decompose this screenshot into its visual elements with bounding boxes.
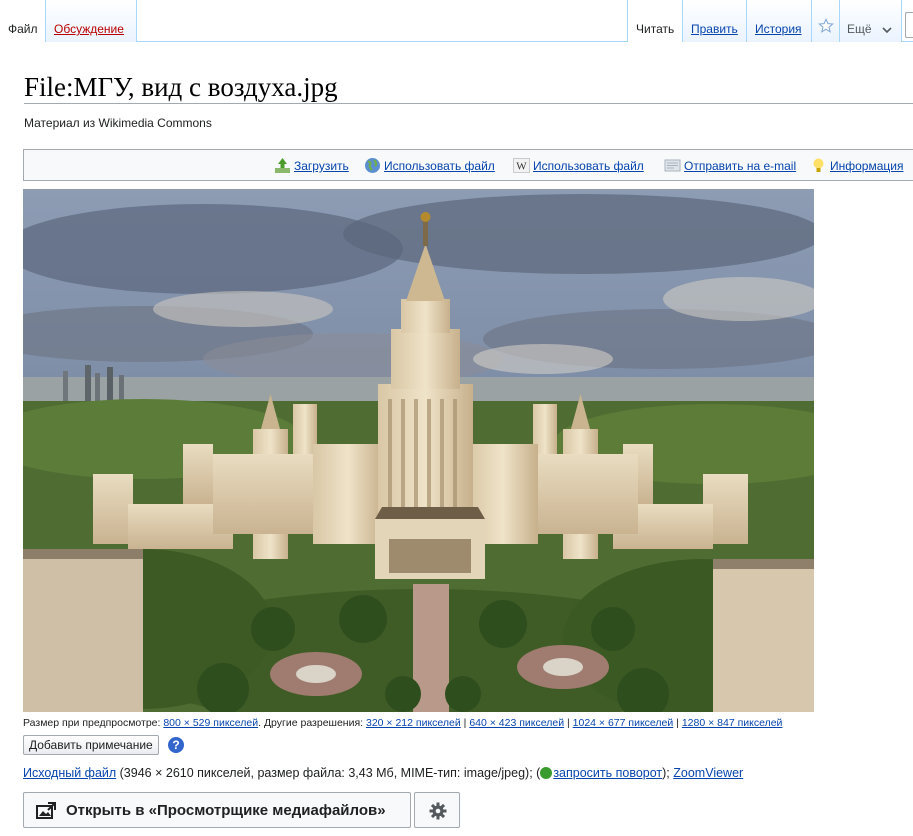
preview-prefix: Размер при предпросмотре: (23, 717, 164, 729)
tab-talk[interactable]: Обсуждение (46, 0, 137, 42)
add-annotation-button[interactable]: Добавить примечание (23, 735, 159, 755)
preview-size-line: Размер при предпросмотре: 800 × 529 пикс… (23, 717, 782, 729)
file-toolbar: Загрузить Использовать файл W Использова… (23, 149, 913, 181)
msu-aerial-photo (23, 189, 814, 712)
star-icon (818, 18, 834, 33)
upload-link[interactable]: Загрузить (294, 159, 349, 173)
preview-current-link[interactable]: 800 × 529 пикселей (163, 717, 258, 729)
tab-history[interactable]: История (747, 0, 812, 42)
gear-icon (429, 802, 447, 820)
tab-read-label: Читать (636, 22, 675, 36)
resolution-link-1280[interactable]: 1280 × 847 пикселей (682, 717, 783, 729)
email-link[interactable]: Отправить на e-mail (684, 159, 796, 173)
svg-text:W: W (516, 161, 527, 173)
wikipedia-icon: W (513, 158, 530, 173)
more-menu[interactable]: Ещё (840, 0, 902, 42)
tab-edit-label: Править (691, 22, 738, 36)
original-file-link[interactable]: Исходный файл (23, 766, 116, 780)
use-file-link-1[interactable]: Использовать файл (384, 159, 495, 173)
open-media-viewer-button[interactable]: Открыть в «Просмотрщике медиафайлов» (23, 792, 411, 828)
help-icon[interactable]: ? (168, 737, 184, 753)
site-subtitle: Материал из Wikimedia Commons (24, 116, 212, 130)
resolution-link-640[interactable]: 640 × 423 пикселей (469, 717, 564, 729)
chevron-down-icon (882, 27, 892, 34)
media-viewer-settings-button[interactable] (414, 792, 460, 828)
resolution-separator: | (673, 717, 682, 729)
media-viewer-icon (36, 802, 56, 819)
resolution-link-1024[interactable]: 1024 × 677 пикселей (573, 717, 674, 729)
use-file-link-2[interactable]: Использовать файл (533, 159, 644, 173)
original-close: ); (662, 766, 674, 780)
request-rotation-link[interactable]: запросить поворот (553, 766, 662, 780)
original-file-info: (3946 × 2610 пикселей, размер файла: 3,4… (116, 766, 541, 780)
tab-edit[interactable]: Править (683, 0, 747, 42)
resolution-link-320[interactable]: 320 × 212 пикселей (366, 717, 461, 729)
page-title: File:МГУ, вид с воздуха.jpg (24, 72, 338, 102)
tab-talk-label: Обсуждение (54, 22, 124, 36)
tab-bar: Файл Обсуждение Читать Править История Е… (0, 0, 913, 42)
search-input[interactable] (905, 12, 913, 38)
tab-history-label: История (755, 22, 802, 36)
info-link[interactable]: Информация (830, 159, 903, 173)
upload-icon (275, 158, 290, 173)
tab-file-label: Файл (8, 22, 38, 36)
preview-other-label: . Другие разрешения: (258, 717, 366, 729)
tab-file[interactable]: Файл (0, 0, 46, 42)
open-media-viewer-label: Открыть в «Просмотрщике медиафайлов» (66, 802, 386, 819)
title-divider (24, 103, 913, 104)
rotate-icon (540, 767, 553, 779)
resolution-separator: | (564, 717, 573, 729)
globe-icon (365, 158, 380, 173)
lightbulb-icon (813, 158, 824, 172)
more-menu-label: Ещё (847, 22, 872, 36)
original-file-line: Исходный файл (3946 × 2610 пикселей, раз… (23, 766, 743, 780)
file-image[interactable] (23, 189, 814, 712)
email-icon (664, 159, 681, 172)
tab-read[interactable]: Читать (627, 0, 683, 42)
watch-star-button[interactable] (812, 0, 840, 42)
zoomviewer-link[interactable]: ZoomViewer (673, 766, 743, 780)
